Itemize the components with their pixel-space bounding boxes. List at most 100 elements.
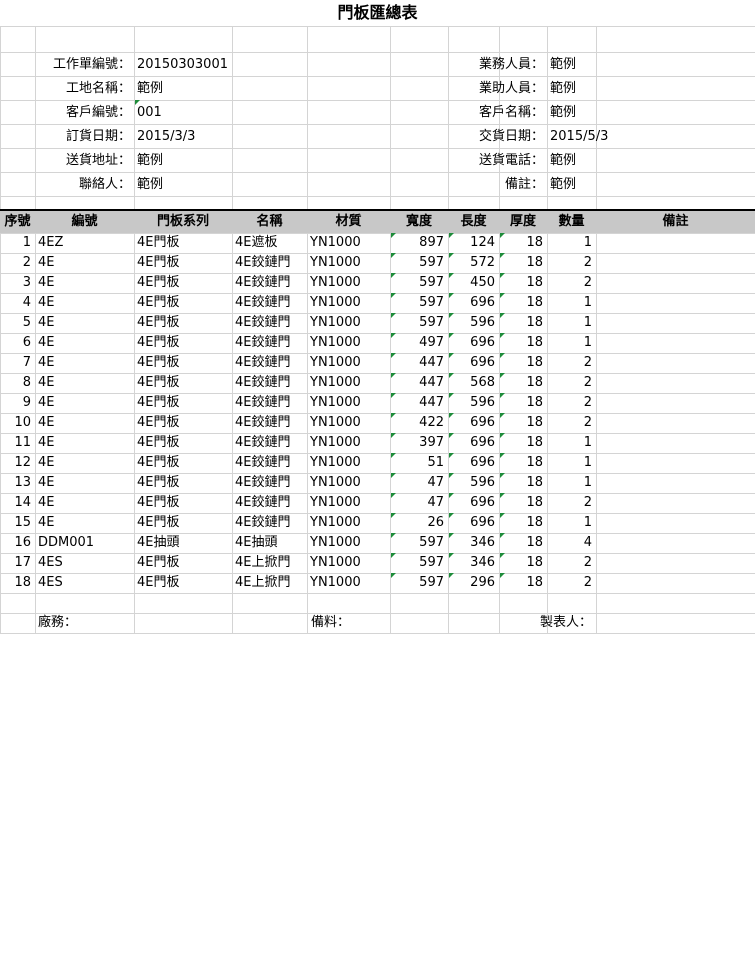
table-cell[interactable]: 4E上掀門: [235, 553, 307, 573]
table-cell[interactable]: 4E: [38, 393, 134, 413]
table-cell[interactable]: 4E鉸鏈門: [235, 453, 307, 473]
table-row[interactable]: 4 4E 4E門板 4E鉸鏈門 YN1000 597 696 18 1: [0, 293, 755, 313]
table-cell[interactable]: 4E鉸鏈門: [235, 513, 307, 533]
table-row[interactable]: 9 4E 4E門板 4E鉸鏈門 YN1000 447 596 18 2: [0, 393, 755, 413]
column-header[interactable]: 材質: [307, 211, 390, 233]
table-row[interactable]: 5 4E 4E門板 4E鉸鏈門 YN1000 597 596 18 1: [0, 313, 755, 333]
table-cell[interactable]: 4E門板: [137, 573, 232, 593]
table-cell[interactable]: 696: [448, 293, 495, 313]
table-cell[interactable]: YN1000: [310, 473, 390, 493]
table-cell[interactable]: 4E鉸鏈門: [235, 393, 307, 413]
table-cell[interactable]: 16: [0, 533, 31, 553]
table-cell[interactable]: 9: [0, 393, 31, 413]
table-cell[interactable]: 18: [499, 473, 543, 493]
table-cell[interactable]: 8: [0, 373, 31, 393]
table-cell[interactable]: 447: [390, 353, 444, 373]
table-cell[interactable]: 1: [547, 333, 592, 353]
table-cell[interactable]: 4E: [38, 373, 134, 393]
table-cell[interactable]: 696: [448, 433, 495, 453]
table-cell[interactable]: [599, 533, 755, 553]
table-cell[interactable]: 47: [390, 473, 444, 493]
table-cell[interactable]: 597: [390, 573, 444, 593]
table-cell[interactable]: 18: [499, 393, 543, 413]
table-cell[interactable]: 4E門板: [137, 373, 232, 393]
table-cell[interactable]: YN1000: [310, 573, 390, 593]
table-cell[interactable]: 447: [390, 373, 444, 393]
table-cell[interactable]: 4E門板: [137, 313, 232, 333]
table-row[interactable]: 14 4E 4E門板 4E鉸鏈門 YN1000 47 696 18 2: [0, 493, 755, 513]
table-cell[interactable]: 2: [547, 353, 592, 373]
info-left-value[interactable]: 20150303001: [137, 55, 228, 75]
table-cell[interactable]: [599, 493, 755, 513]
table-cell[interactable]: 18: [499, 233, 543, 253]
table-cell[interactable]: [599, 473, 755, 493]
table-cell[interactable]: 450: [448, 273, 495, 293]
table-cell[interactable]: 18: [499, 513, 543, 533]
table-cell[interactable]: 397: [390, 433, 444, 453]
table-row[interactable]: 1 4EZ 4E門板 4E遮板 YN1000 897 124 18 1: [0, 233, 755, 253]
table-cell[interactable]: 10: [0, 413, 31, 433]
table-cell[interactable]: [599, 273, 755, 293]
table-cell[interactable]: 18: [0, 573, 31, 593]
table-cell[interactable]: 696: [448, 413, 495, 433]
table-cell[interactable]: 597: [390, 253, 444, 273]
column-header[interactable]: 長度: [448, 211, 499, 233]
table-cell[interactable]: 4E門板: [137, 473, 232, 493]
column-header[interactable]: 編號: [35, 211, 134, 233]
table-row[interactable]: 8 4E 4E門板 4E鉸鏈門 YN1000 447 568 18 2: [0, 373, 755, 393]
table-cell[interactable]: 4E: [38, 413, 134, 433]
table-cell[interactable]: 497: [390, 333, 444, 353]
table-cell[interactable]: 2: [547, 413, 592, 433]
table-cell[interactable]: 4E鉸鏈門: [235, 373, 307, 393]
table-cell[interactable]: 346: [448, 553, 495, 573]
table-cell[interactable]: 4E: [38, 293, 134, 313]
table-cell[interactable]: 18: [499, 493, 543, 513]
table-cell[interactable]: 596: [448, 313, 495, 333]
table-cell[interactable]: 26: [390, 513, 444, 533]
table-cell[interactable]: 13: [0, 473, 31, 493]
table-cell[interactable]: 2: [547, 553, 592, 573]
table-cell[interactable]: 4E鉸鏈門: [235, 433, 307, 453]
table-cell[interactable]: 572: [448, 253, 495, 273]
info-right-value[interactable]: 範例: [550, 55, 576, 75]
table-cell[interactable]: 18: [499, 553, 543, 573]
column-header[interactable]: 厚度: [499, 211, 547, 233]
table-cell[interactable]: YN1000: [310, 253, 390, 273]
table-cell[interactable]: 4E門板: [137, 453, 232, 473]
table-cell[interactable]: 2: [547, 573, 592, 593]
table-cell[interactable]: 124: [448, 233, 495, 253]
table-cell[interactable]: 4E門板: [137, 253, 232, 273]
table-cell[interactable]: 4E門板: [137, 493, 232, 513]
column-header[interactable]: 門板系列: [134, 211, 232, 233]
table-cell[interactable]: YN1000: [310, 353, 390, 373]
table-cell[interactable]: [599, 373, 755, 393]
table-cell[interactable]: 597: [390, 273, 444, 293]
table-cell[interactable]: 2: [547, 393, 592, 413]
table-cell[interactable]: 4E門板: [137, 513, 232, 533]
table-cell[interactable]: 18: [499, 433, 543, 453]
table-cell[interactable]: 596: [448, 473, 495, 493]
table-cell[interactable]: 4EZ: [38, 233, 134, 253]
table-cell[interactable]: YN1000: [310, 333, 390, 353]
table-cell[interactable]: 4ES: [38, 573, 134, 593]
table-cell[interactable]: 4E鉸鏈門: [235, 473, 307, 493]
table-cell[interactable]: 4E: [38, 513, 134, 533]
table-cell[interactable]: 1: [547, 513, 592, 533]
table-cell[interactable]: [599, 393, 755, 413]
column-header[interactable]: 序號: [0, 211, 35, 233]
table-cell[interactable]: 4E鉸鏈門: [235, 493, 307, 513]
table-cell[interactable]: 4: [547, 533, 592, 553]
info-right-value[interactable]: 範例: [550, 79, 576, 99]
table-cell[interactable]: 6: [0, 333, 31, 353]
table-row[interactable]: 17 4ES 4E門板 4E上掀門 YN1000 597 346 18 2: [0, 553, 755, 573]
table-cell[interactable]: 4E鉸鏈門: [235, 253, 307, 273]
table-cell[interactable]: 597: [390, 533, 444, 553]
table-cell[interactable]: 4E: [38, 493, 134, 513]
table-cell[interactable]: 4E鉸鏈門: [235, 413, 307, 433]
table-cell[interactable]: 2: [547, 373, 592, 393]
column-header[interactable]: 寬度: [390, 211, 448, 233]
table-cell[interactable]: 4E門板: [137, 273, 232, 293]
table-cell[interactable]: 4E門板: [137, 333, 232, 353]
table-cell[interactable]: 5: [0, 313, 31, 333]
table-cell[interactable]: 597: [390, 313, 444, 333]
